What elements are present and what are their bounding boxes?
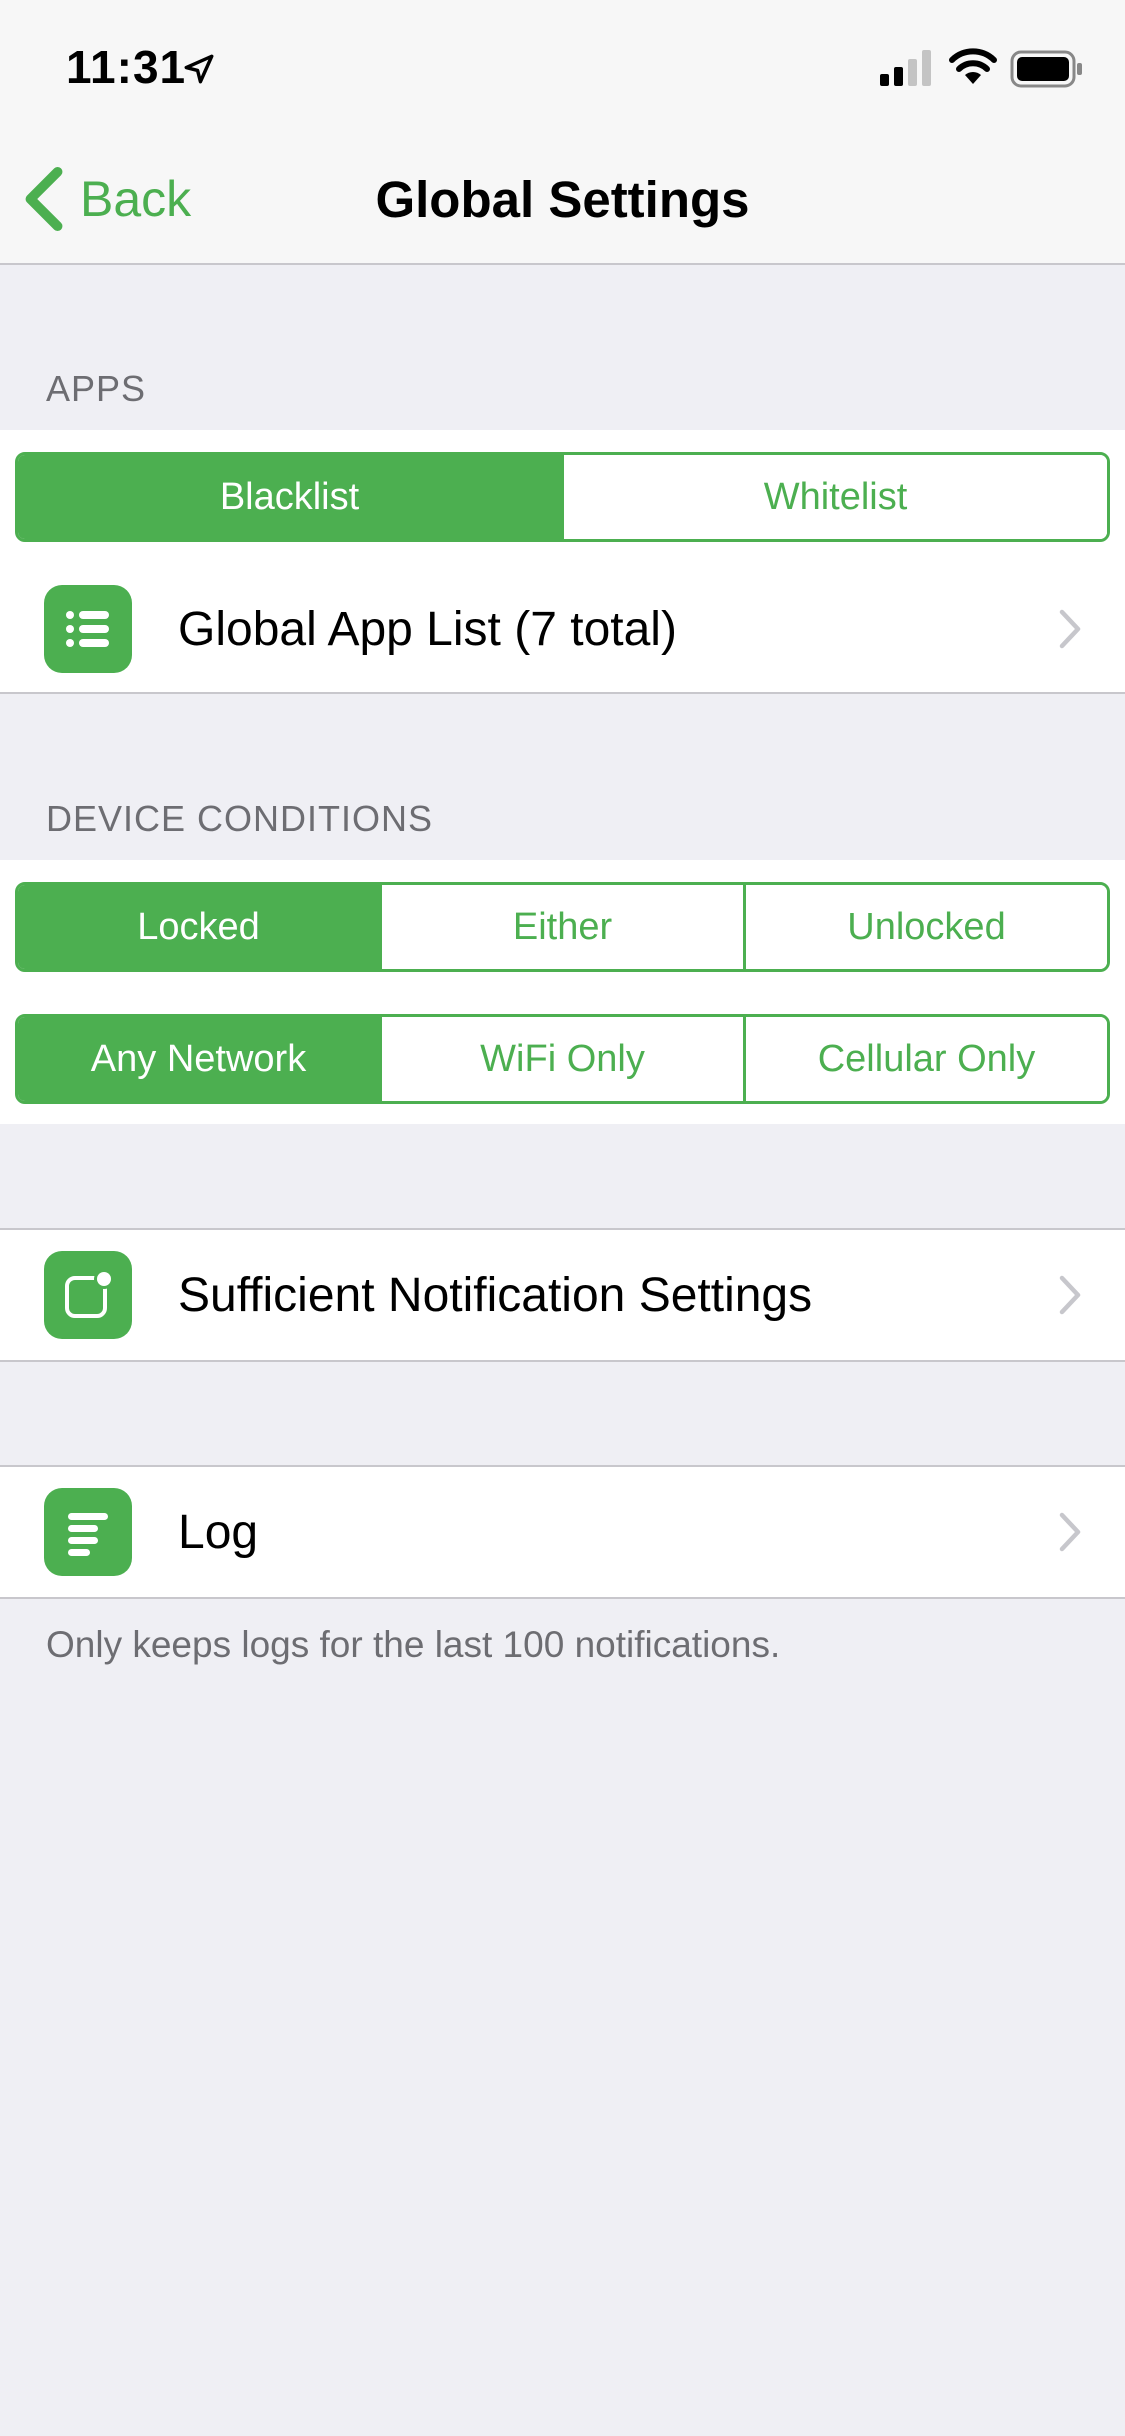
log-lines-icon [44,1488,132,1576]
segment-whitelist[interactable]: Whitelist [561,455,1107,539]
location-arrow-icon [184,54,214,84]
segment-any-network[interactable]: Any Network [18,1017,379,1101]
segment-either[interactable]: Either [379,885,743,969]
device-conditions-group: Locked Either Unlocked Any Network WiFi … [0,860,1125,1124]
list-mode-segmented-control: Blacklist Whitelist [15,452,1110,542]
chevron-right-icon [1059,1275,1081,1315]
global-app-list-label: Global App List (7 total) [178,602,677,656]
status-time: 11:31 [66,41,187,93]
segment-locked[interactable]: Locked [18,885,379,969]
segment-cellular-only[interactable]: Cellular Only [743,1017,1107,1101]
global-app-list-cell[interactable]: Global App List (7 total) [0,564,1125,694]
wifi-icon [949,48,997,84]
log-group: Log [0,1465,1125,1599]
battery-icon [1010,50,1082,88]
notification-settings-group: Sufficient Notification Settings [0,1228,1125,1362]
page-title: Global Settings [375,171,750,228]
cellular-signal-icon [880,50,931,86]
apps-group: Blacklist Whitelist Global App List (7 t… [0,430,1125,694]
log-label: Log [178,1505,259,1559]
segment-blacklist[interactable]: Blacklist [18,455,561,539]
segment-unlocked[interactable]: Unlocked [743,885,1107,969]
navigation-bar: 11:31 Back Global Settings [0,0,1125,265]
chevron-right-icon [1059,1512,1081,1552]
log-footer-note: Only keeps logs for the last 100 notific… [46,1624,781,1665]
list-icon [44,585,132,673]
sufficient-notification-settings-cell[interactable]: Sufficient Notification Settings [0,1230,1125,1360]
network-segmented-control: Any Network WiFi Only Cellular Only [15,1014,1110,1104]
device-conditions-section-header: DEVICE CONDITIONS [46,798,434,839]
apps-section-header: APPS [46,368,147,409]
chevron-right-icon [1059,609,1081,649]
notification-settings-label: Sufficient Notification Settings [178,1268,813,1322]
log-cell[interactable]: Log [0,1467,1125,1597]
segment-wifi-only[interactable]: WiFi Only [379,1017,743,1101]
lock-state-segmented-control: Locked Either Unlocked [15,882,1110,972]
notification-badge-icon [44,1251,132,1339]
global-settings-screen: 11:31 Back Global Settings APPS Blacklis… [0,0,1125,2436]
